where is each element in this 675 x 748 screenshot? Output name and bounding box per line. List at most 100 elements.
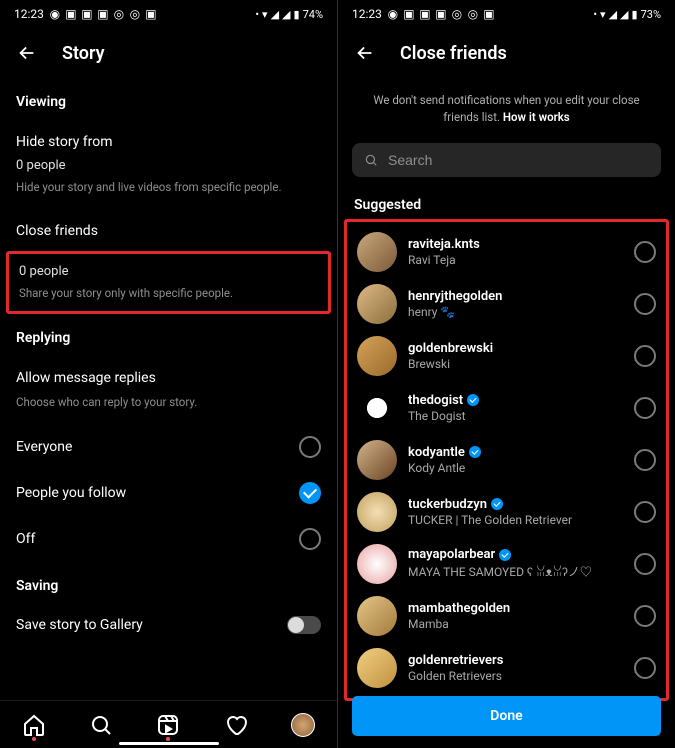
friend-displayname: MAYA THE SAMOYED ʕ ꈍᴥꈍʔノ♡	[408, 563, 623, 580]
select-radio[interactable]	[634, 397, 656, 419]
friend-row[interactable]: goldenretrieversGolden Retrievers	[347, 642, 666, 694]
friend-avatar	[357, 440, 397, 480]
status-notification-icons: ◉▣▣▣◎◎▣	[387, 8, 495, 20]
friend-row[interactable]: mayapolarbearMAYA THE SAMOYED ʕ ꈍᴥꈍʔノ♡	[347, 538, 666, 590]
done-label: Done	[490, 708, 522, 724]
close-friends-row[interactable]: 0 people Share your story only with spec…	[9, 254, 328, 311]
friend-username: thedogist	[408, 393, 623, 408]
bottom-nav	[0, 700, 337, 748]
battery-icon: ▮	[294, 8, 300, 21]
friend-row[interactable]: kodyantleKody Antle	[347, 434, 666, 486]
activity-icon[interactable]	[224, 713, 248, 737]
header: Close friends	[338, 28, 675, 78]
status-separator: •	[255, 8, 259, 21]
friend-row[interactable]: raviteja.kntsRavi Teja	[347, 226, 666, 278]
reels-icon[interactable]	[156, 713, 180, 737]
friend-avatar	[357, 336, 397, 376]
battery-percent: 73%	[641, 8, 661, 21]
friend-username: goldenbrewski	[408, 341, 623, 356]
friend-username: goldenretrievers	[408, 653, 623, 668]
header: Story	[0, 28, 337, 78]
home-icon[interactable]	[22, 713, 46, 737]
status-notification-icons: ◉▣▣▣◎◎▣	[49, 8, 157, 20]
allow-replies-title: Allow message replies	[16, 370, 321, 386]
search-bar[interactable]	[352, 143, 661, 177]
friend-displayname: The Dogist	[408, 409, 623, 423]
close-friends-screen: 12:23 ◉▣▣▣◎◎▣ • ▾ ◢ ◢ ▮ 73% Close friend…	[338, 0, 675, 748]
reply-option[interactable]: Off	[0, 516, 337, 562]
friends-list-highlight: raviteja.kntsRavi Tejahenryjthegoldenhen…	[344, 219, 669, 701]
radio-icon[interactable]	[299, 436, 321, 458]
allow-replies-sub: Choose who can reply to your story.	[16, 394, 321, 410]
page-title: Story	[62, 43, 105, 64]
select-radio[interactable]	[634, 553, 656, 575]
page-title: Close friends	[400, 43, 507, 64]
verified-icon	[491, 498, 503, 510]
friend-avatar	[357, 596, 397, 636]
how-it-works-link[interactable]: How it works	[503, 110, 570, 124]
status-time: 12:23	[14, 7, 44, 21]
friend-username: tuckerbudzyn	[408, 497, 623, 512]
reply-option[interactable]: People you follow	[0, 470, 337, 516]
section-viewing: Viewing	[0, 78, 337, 120]
allow-replies-row: Allow message replies Choose who can rep…	[0, 356, 337, 424]
friend-username: mayapolarbear	[408, 547, 623, 562]
select-radio[interactable]	[634, 449, 656, 471]
friend-username: henryjthegolden	[408, 289, 623, 304]
select-radio[interactable]	[634, 241, 656, 263]
hide-story-sub: Hide your story and live videos from spe…	[16, 179, 321, 195]
search-input[interactable]	[388, 152, 649, 168]
verified-icon	[467, 394, 479, 406]
profile-icon[interactable]	[291, 713, 315, 737]
back-arrow-icon[interactable]	[354, 42, 376, 64]
friend-displayname: Mamba	[408, 617, 623, 631]
radio-icon[interactable]	[299, 528, 321, 550]
friend-row[interactable]: thedogistThe Dogist	[347, 382, 666, 434]
friend-avatar	[357, 232, 397, 272]
select-radio[interactable]	[634, 345, 656, 367]
status-bar: 12:23 ◉▣▣▣◎◎▣ • ▾ ◢ ◢ ▮ 73%	[338, 0, 675, 28]
search-icon[interactable]	[89, 713, 113, 737]
signal-icon: ◢	[271, 8, 279, 21]
friend-row[interactable]: mambathegoldenMamba	[347, 590, 666, 642]
select-radio[interactable]	[634, 657, 656, 679]
select-radio[interactable]	[634, 605, 656, 627]
friend-row[interactable]: tuckerbudzynTUCKER | The Golden Retrieve…	[347, 486, 666, 538]
friend-username: mambathegolden	[408, 601, 623, 616]
section-replying: Replying	[0, 314, 337, 356]
select-radio[interactable]	[634, 501, 656, 523]
home-indicator	[119, 742, 219, 745]
status-bar: 12:23 ◉▣▣▣◎◎▣ • ▾ ◢ ◢ ▮ 74%	[0, 0, 337, 28]
save-gallery-toggle[interactable]	[287, 616, 321, 634]
back-arrow-icon[interactable]	[16, 42, 38, 64]
hide-story-row[interactable]: Hide story from 0 people Hide your story…	[0, 120, 337, 209]
wifi-icon: ▾	[600, 8, 606, 21]
story-settings-screen: 12:23 ◉▣▣▣◎◎▣ • ▾ ◢ ◢ ▮ 74% Story Viewin…	[0, 0, 337, 748]
signal-icon: ◢	[609, 8, 617, 21]
hide-story-value: 0 people	[16, 158, 321, 173]
friend-avatar	[357, 284, 397, 324]
friend-displayname: Ravi Teja	[408, 253, 623, 267]
verified-icon	[499, 549, 511, 561]
reply-option-label: Off	[16, 531, 35, 547]
done-button[interactable]: Done	[352, 696, 661, 736]
friend-row[interactable]: henryjthegoldenhenry 🐾	[347, 278, 666, 330]
friend-row[interactable]: goldenbrewskiBrewski	[347, 330, 666, 382]
select-radio[interactable]	[634, 293, 656, 315]
section-saving: Saving	[0, 562, 337, 604]
friend-displayname: TUCKER | The Golden Retriever	[408, 513, 623, 527]
hide-story-title: Hide story from	[16, 134, 321, 150]
radio-icon[interactable]	[299, 482, 321, 504]
friend-displayname: henry 🐾	[408, 305, 623, 319]
friend-displayname: Kody Antle	[408, 461, 623, 475]
subtitle: We don't send notifications when you edi…	[338, 78, 675, 137]
status-time: 12:23	[352, 7, 382, 21]
save-gallery-row[interactable]: Save story to Gallery	[0, 604, 337, 646]
signal-icon: ◢	[282, 8, 290, 21]
wifi-icon: ▾	[262, 8, 268, 21]
battery-percent: 74%	[303, 8, 323, 21]
battery-icon: ▮	[632, 8, 638, 21]
suggested-label: Suggested	[338, 185, 675, 219]
friend-username: raviteja.knts	[408, 237, 623, 252]
reply-option[interactable]: Everyone	[0, 424, 337, 470]
